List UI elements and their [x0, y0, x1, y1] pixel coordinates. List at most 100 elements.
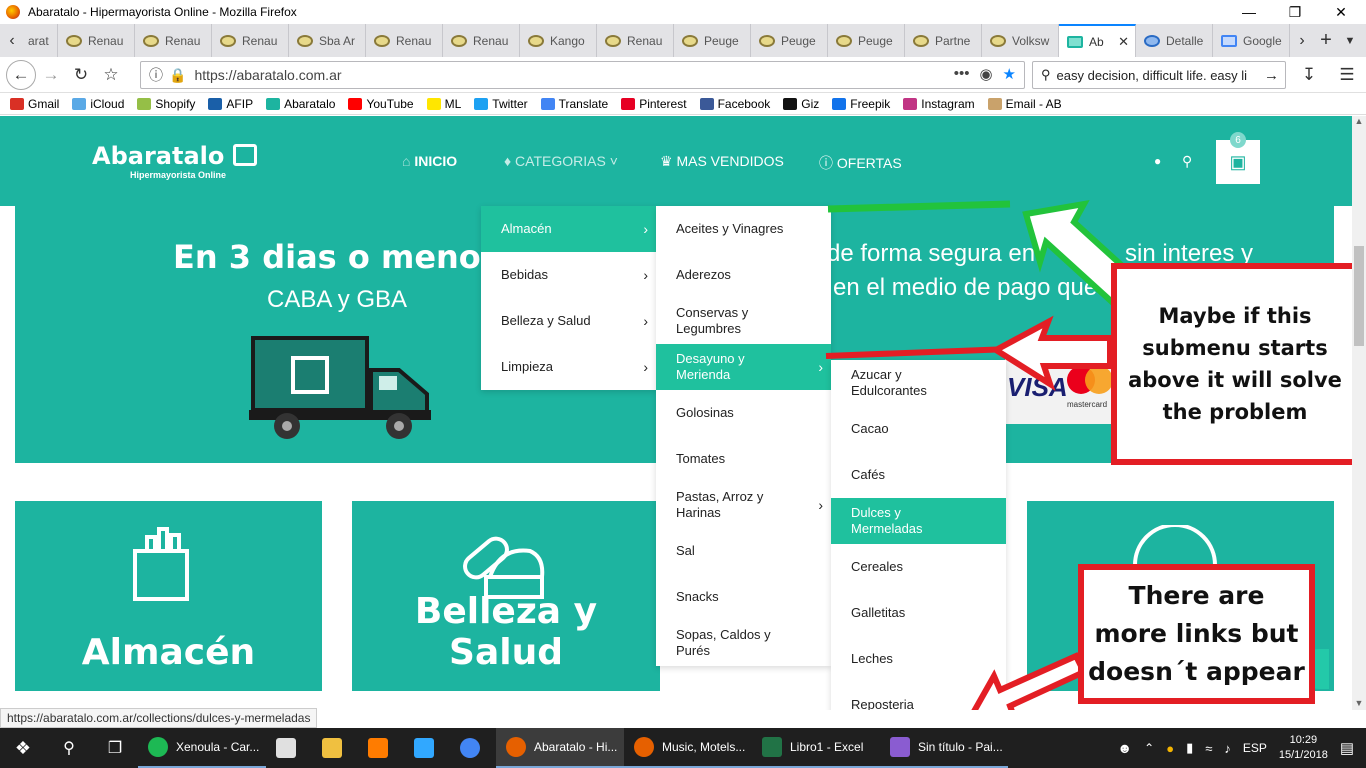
tab[interactable]: Renau: [212, 24, 289, 57]
clock[interactable]: 10:29 15/1/2018: [1279, 733, 1328, 763]
tab-list-icon[interactable]: ▼: [1338, 24, 1362, 57]
volume-icon[interactable]: ♪: [1224, 741, 1231, 756]
close-window-icon[interactable]: ✕: [1318, 0, 1364, 24]
window-title: Abaratalo - Hipermayorista Online - Mozi…: [28, 5, 297, 19]
tab[interactable]: Peuge: [674, 24, 751, 57]
tab[interactable]: Renau: [58, 24, 135, 57]
page-actions-icon[interactable]: •••: [954, 65, 970, 83]
bookmark-item[interactable]: AFIP: [208, 97, 253, 111]
bookmark-item[interactable]: Abaratalo: [266, 97, 335, 111]
scrollbar-thumb[interactable]: [1354, 246, 1364, 346]
taskbar-app[interactable]: [404, 728, 450, 768]
tab[interactable]: Kango: [520, 24, 597, 57]
language-indicator[interactable]: ESP: [1243, 741, 1267, 755]
tab[interactable]: Partne: [905, 24, 982, 57]
tab[interactable]: Volksw: [982, 24, 1059, 57]
tab[interactable]: arat: [24, 24, 58, 57]
scroll-down-icon[interactable]: ▼: [1352, 698, 1366, 708]
bookmark-favicon-icon: [266, 97, 281, 110]
tray-app-icon[interactable]: ●: [1166, 741, 1174, 756]
pocket-icon[interactable]: ◉: [979, 65, 992, 83]
bookmark-label: Giz: [801, 96, 820, 111]
tab-active[interactable]: Ab ✕: [1059, 24, 1136, 57]
menu-icon[interactable]: ☰: [1332, 60, 1362, 90]
minimize-icon[interactable]: —: [1226, 0, 1272, 24]
bookmark-item[interactable]: Twitter: [474, 97, 528, 111]
tab[interactable]: Renau: [366, 24, 443, 57]
forward-icon[interactable]: →: [36, 60, 66, 90]
reload-icon[interactable]: ↻: [66, 60, 96, 90]
taskbar-app[interactable]: [450, 728, 496, 768]
home-icon[interactable]: ☆: [96, 60, 126, 90]
tab[interactable]: Renau: [443, 24, 520, 57]
search-input[interactable]: ⚲ easy decision, difficult life. easy li…: [1032, 61, 1286, 89]
tab-label: Ab: [1089, 34, 1104, 49]
search-icon[interactable]: ⚲: [46, 728, 92, 768]
scroll-up-icon[interactable]: ▲: [1352, 116, 1366, 126]
bookmark-item[interactable]: Facebook: [699, 97, 770, 111]
bookmark-item[interactable]: YouTube: [348, 97, 414, 111]
bookmark-star-icon[interactable]: ★: [1003, 65, 1016, 83]
taskbar-app[interactable]: Libro1 - Excel: [752, 728, 880, 768]
info-icon[interactable]: ⓘ: [149, 65, 163, 85]
tab[interactable]: Renau: [597, 24, 674, 57]
restore-icon[interactable]: ❐: [1272, 0, 1318, 24]
bookmark-item[interactable]: Giz: [783, 97, 819, 111]
url-bar[interactable]: ⓘ 🔒 https://abaratalo.com.ar ••• ◉ ★: [140, 61, 1025, 89]
tab[interactable]: Renau: [135, 24, 212, 57]
tab-favicon-icon: [220, 34, 236, 47]
bookmark-item[interactable]: Freepik: [832, 97, 890, 111]
tab[interactable]: Peuge: [828, 24, 905, 57]
bookmark-label: Shopify: [155, 96, 196, 111]
taskbar-app[interactable]: [266, 728, 312, 768]
people-icon[interactable]: ☻: [1117, 740, 1132, 756]
windows-start-icon[interactable]: ❖: [0, 728, 46, 768]
bookmark-favicon-icon: [987, 97, 1002, 110]
new-tab-icon[interactable]: +: [1314, 24, 1338, 57]
tab[interactable]: Google: [1213, 24, 1290, 57]
bookmark-label: Instagram: [921, 96, 975, 111]
taskbar-app-icon: [276, 738, 296, 758]
page-scrollbar[interactable]: ▲ ▼: [1352, 116, 1366, 710]
tab-favicon-icon: [528, 34, 544, 47]
taskbar-app[interactable]: Music, Motels...: [624, 728, 752, 768]
bookmark-item[interactable]: Instagram: [903, 96, 975, 111]
taskbar-app[interactable]: [358, 728, 404, 768]
bookmark-item[interactable]: Pinterest: [621, 97, 687, 111]
notifications-icon[interactable]: ▤: [1340, 739, 1354, 757]
back-icon[interactable]: ←: [6, 59, 36, 90]
tab-favicon-icon: [374, 34, 390, 47]
bookmark-item[interactable]: Gmail: [10, 97, 59, 111]
tab[interactable]: Peuge: [751, 24, 828, 57]
tab[interactable]: Detalle: [1136, 24, 1213, 57]
status-url: https://abaratalo.com.ar/collections/dul…: [7, 711, 311, 725]
bookmark-item[interactable]: ML: [426, 97, 461, 111]
task-view-icon[interactable]: ❐: [92, 728, 138, 768]
close-tab-icon[interactable]: ✕: [1118, 34, 1129, 50]
tab-label: Google: [1243, 33, 1282, 48]
bookmark-label: AFIP: [226, 96, 254, 111]
downloads-icon[interactable]: ↧: [1294, 60, 1324, 90]
taskbar-app-icon: [414, 738, 434, 758]
tab-scroll-right-icon[interactable]: ›: [1290, 24, 1314, 57]
bookmark-label: iCloud: [90, 96, 125, 111]
navigation-bar: ← → ↻ ☆ ⓘ 🔒 https://abaratalo.com.ar •••…: [0, 57, 1366, 93]
tab[interactable]: Sba Ar: [289, 24, 366, 57]
taskbar-app[interactable]: Xenoula - Car...: [138, 728, 266, 768]
bookmark-item[interactable]: Email - AB: [987, 97, 1062, 111]
tab-scroll-left-icon[interactable]: ‹: [0, 24, 24, 57]
annotation-note-more-links: There are more links but doesn´t appear: [1078, 564, 1315, 704]
tab-label: Volksw: [1012, 33, 1050, 48]
bookmark-item[interactable]: Shopify: [137, 97, 195, 111]
taskbar-app[interactable]: Abaratalo - Hi...: [496, 728, 624, 768]
taskbar-app-icon: [148, 737, 168, 757]
tray-up-icon[interactable]: ⌃: [1144, 741, 1154, 755]
tab-label: Peuge: [781, 33, 816, 48]
battery-icon[interactable]: ▮: [1186, 740, 1193, 756]
wifi-icon[interactable]: ≈: [1205, 741, 1212, 756]
search-go-icon[interactable]: →: [1264, 66, 1279, 84]
taskbar-app[interactable]: Sin título - Pai...: [880, 728, 1008, 768]
bookmark-item[interactable]: Translate: [540, 97, 608, 111]
bookmark-item[interactable]: iCloud: [72, 97, 124, 111]
taskbar-app[interactable]: [312, 728, 358, 768]
